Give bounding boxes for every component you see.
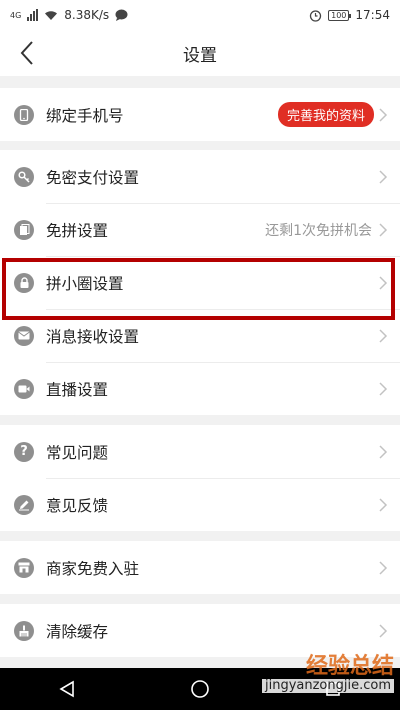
chevron-right-icon [379,560,388,575]
broom-icon [14,620,34,641]
watermark: 经验总结 jingyanzongjie.com [261,654,394,694]
settings-item-feedback[interactable]: 意见反馈 [0,478,400,531]
settings-item-pin-circle[interactable]: 拼小圈设置 [0,256,400,309]
settings-item-free-group[interactable]: 免拼设置 还剩1次免拼机会 [0,203,400,256]
phone-icon [14,104,34,125]
settings-item-label: 免拼设置 [46,221,109,240]
chevron-right-icon [379,107,388,122]
settings-item-clear-cache[interactable]: 清除缓存 [0,604,400,657]
settings-item-password-free-pay[interactable]: 免密支付设置 [0,150,400,203]
settings-item-label: 拼小圈设置 [46,274,124,293]
settings-item-label: 意见反馈 [46,496,109,515]
watermark-text: 经验总结 [305,654,394,679]
chevron-right-icon [379,275,388,290]
settings-item-label: 消息接收设置 [46,327,140,346]
pencil-icon [14,494,34,515]
nav-back-button[interactable] [37,674,97,704]
back-arrow-icon [20,41,33,65]
circle-home-icon [191,680,209,698]
settings-item-label: 清除缓存 [46,622,109,641]
settings-item-label: 直播设置 [46,380,109,399]
network-speed: 8.38K/s [64,8,110,22]
settings-item-label: 免密支付设置 [46,168,140,187]
free-group-icon [14,219,34,240]
chevron-right-icon [379,497,388,512]
complete-profile-badge[interactable]: 完善我的资料 [277,102,374,127]
settings-item-message-receive[interactable]: 消息接收设置 [0,309,400,362]
page-title: 设置 [183,45,217,66]
settings-group-account: 绑定手机号 完善我的资料 [0,88,400,141]
settings-item-label: 商家免费入驻 [46,559,140,578]
settings-group-features: 免密支付设置 免拼设置 还剩1次免拼机会 拼小圈设置 消息接收设置 直播设置 [0,150,400,415]
signal-icon [27,9,39,21]
chevron-right-icon [379,381,388,396]
settings-item-merchant-join[interactable]: 商家免费入驻 [0,541,400,594]
chat-icon [115,9,128,21]
video-camera-icon [14,378,34,399]
chevron-right-icon [379,444,388,459]
wifi-icon [45,10,58,20]
chevron-right-icon [379,623,388,638]
free-group-remaining: 还剩1次免拼机会 [265,222,372,239]
status-left: 4G 8.38K/s [10,8,128,22]
network-label: 4G [10,10,22,20]
chevron-right-icon [379,222,388,237]
lock-icon [14,272,34,293]
chevron-right-icon [379,328,388,343]
settings-item-label: 绑定手机号 [46,106,124,125]
chevron-right-icon [379,169,388,184]
mail-icon [14,325,34,346]
nav-bar: 设置 [0,30,400,76]
settings-item-label: 常见问题 [46,443,109,462]
settings-group-merchant: 商家免费入驻 [0,541,400,594]
status-right: 100 17:54 [309,8,390,22]
settings-item-live[interactable]: 直播设置 [0,362,400,415]
back-button[interactable] [10,36,44,70]
settings-group-help: ? 常见问题 意见反馈 [0,425,400,531]
clock: 17:54 [355,8,390,22]
watermark-url: jingyanzongjie.com [261,678,394,694]
settings-group-storage: 清除缓存 [0,604,400,657]
status-bar: 4G 8.38K/s 100 17:54 [0,0,400,30]
question-icon: ? [14,441,34,462]
alarm-icon [309,9,322,22]
key-icon [14,166,34,187]
battery-icon: 100 [328,9,352,21]
triangle-back-icon [59,680,74,698]
settings-item-bind-phone[interactable]: 绑定手机号 完善我的资料 [0,88,400,141]
store-icon [14,557,34,578]
nav-home-button[interactable] [170,674,230,704]
settings-item-faq[interactable]: ? 常见问题 [0,425,400,478]
